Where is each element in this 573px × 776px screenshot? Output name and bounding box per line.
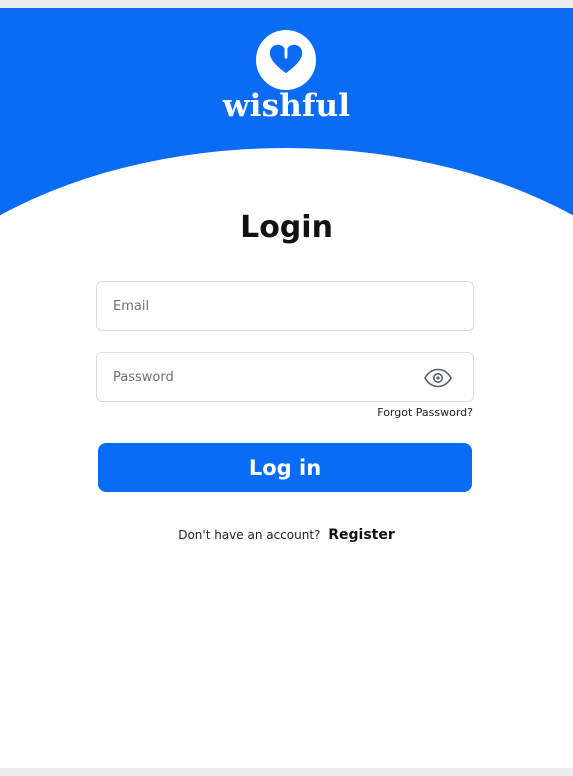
email-field-wrapper [96, 281, 474, 331]
forgot-password-link[interactable]: Forgot Password? [280, 406, 473, 419]
brand-name: wishful [222, 88, 351, 124]
login-button[interactable]: Log in [98, 443, 472, 492]
heart-icon [269, 44, 303, 74]
page-title: Login [240, 210, 333, 245]
password-field[interactable] [97, 353, 473, 401]
email-field[interactable] [97, 282, 473, 330]
register-prompt: Don't have an account? Register [0, 527, 573, 543]
show-password-toggle[interactable] [423, 366, 453, 390]
app-frame: wishful Login Forgot Password? Log in Do… [0, 8, 573, 768]
no-account-text: Don't have an account? [178, 528, 321, 542]
password-field-wrapper [96, 352, 474, 402]
brand-logo [256, 30, 316, 90]
eye-icon [424, 368, 452, 388]
register-link[interactable]: Register [328, 527, 395, 543]
